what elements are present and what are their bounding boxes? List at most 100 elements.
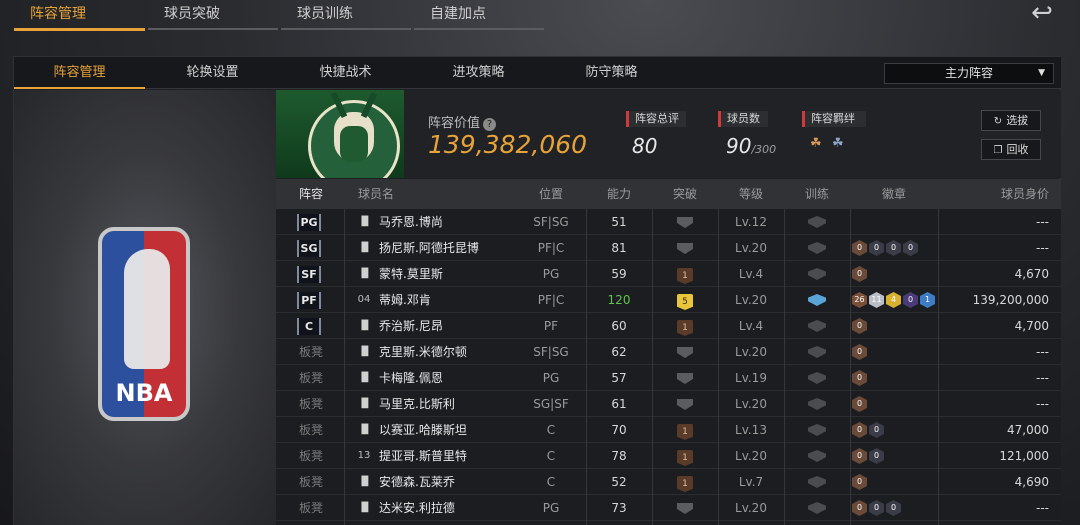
- col-badges[interactable]: 徽章: [850, 179, 938, 209]
- tab-custom-points[interactable]: 自建加点: [414, 0, 544, 30]
- player-rating: 52: [611, 475, 627, 489]
- lineup-select[interactable]: 主力阵容 ▼: [884, 63, 1054, 84]
- col-breakthrough[interactable]: 突破: [652, 179, 718, 209]
- badge-hex[interactable]: 0: [852, 318, 867, 334]
- player-name[interactable]: 安德森.瓦莱乔: [379, 469, 455, 495]
- lineup-select-value: 主力阵容: [944, 66, 993, 80]
- table-row[interactable]: PF 04 蒂姆.邓肯 PF|C 120 5 Lv.20 26 11 4 0 1 139,200,000: [276, 287, 1061, 313]
- col-name[interactable]: 球员名: [346, 179, 406, 209]
- chemistry-bond-icon-2[interactable]: ☘: [832, 137, 848, 151]
- badge-hex[interactable]: 11: [869, 292, 884, 308]
- training-icon[interactable]: [808, 476, 826, 488]
- badge-hex[interactable]: 0: [869, 448, 884, 464]
- subtab-offense-strategy[interactable]: 进攻策略: [413, 57, 544, 89]
- table-row[interactable]: 板凳 ▐▌ 以赛亚.哈滕斯坦 C 70 1 Lv.13 0 0 47,000: [276, 417, 1061, 443]
- jersey-number: 04: [357, 294, 371, 305]
- bench-slot-label: 板凳: [298, 345, 323, 359]
- table-row[interactable]: PG ▐▌ 马乔恩.博尚 SF|SG 51 Lv.12 ---: [276, 209, 1061, 235]
- back-arrow-icon[interactable]: ↩: [1022, 0, 1062, 26]
- subtab-rotation[interactable]: 轮换设置: [147, 57, 278, 89]
- player-salary: ---: [1036, 397, 1049, 411]
- table-row[interactable]: SG ▐▌ 扬尼斯.阿德托昆博 PF|C 81 Lv.20 0 0 0 0 ---: [276, 235, 1061, 261]
- training-icon[interactable]: [808, 346, 826, 358]
- nba-logo: NBA: [98, 227, 190, 421]
- badge-hex[interactable]: 0: [886, 240, 901, 256]
- tab-player-breakthrough[interactable]: 球员突破: [148, 0, 278, 30]
- table-row[interactable]: 板凳 ▐▌ 卡梅隆.佩恩 PG 57 Lv.19 0 ---: [276, 365, 1061, 391]
- table-row[interactable]: C ▐▌ 乔治斯.尼昂 PF 60 1 Lv.4 0 4,700: [276, 313, 1061, 339]
- col-salary[interactable]: 球员身价: [938, 179, 1061, 209]
- table-row[interactable]: 板凳 13 提亚哥.斯普里特 C 78 1 Lv.20 0 0 121,000: [276, 443, 1061, 469]
- player-name[interactable]: 蒂姆.邓肯: [379, 287, 431, 313]
- subtab-lineup[interactable]: 阵容管理: [14, 57, 145, 89]
- player-name[interactable]: 马乔恩.博尚: [379, 209, 443, 235]
- badge-hex[interactable]: 0: [886, 500, 901, 516]
- player-position: PF|C: [537, 293, 565, 307]
- table-row[interactable]: SF ▐▌ 蒙特.莫里斯 PG 59 1 Lv.4 0 4,670: [276, 261, 1061, 287]
- training-cell: [784, 313, 850, 339]
- select-button[interactable]: ↻ 选拔: [981, 110, 1041, 131]
- player-name[interactable]: 蒙特.莫里斯: [379, 261, 443, 287]
- training-icon[interactable]: [808, 450, 826, 462]
- player-rating: 57: [611, 371, 627, 385]
- player-name[interactable]: 马里克.比斯利: [379, 391, 455, 417]
- col-position[interactable]: 位置: [516, 179, 586, 209]
- breakthrough-cell: [652, 391, 718, 417]
- column-divider: [938, 209, 939, 525]
- badge-hex[interactable]: 0: [852, 240, 867, 256]
- subtab-quick-tactics[interactable]: 快捷战术: [280, 57, 411, 89]
- table-row[interactable]: 板凳 ▐▌ 达米安.利拉德 PG 73 Lv.20 0 0 0 ---: [276, 495, 1061, 521]
- player-name[interactable]: 以赛亚.哈滕斯坦: [379, 417, 467, 443]
- player-position: C: [546, 449, 556, 463]
- badge-hex[interactable]: 1: [920, 292, 935, 308]
- badge-hex[interactable]: 0: [869, 500, 884, 516]
- player-name[interactable]: 乔治斯.尼昂: [379, 313, 443, 339]
- badge-hex[interactable]: 26: [852, 292, 867, 308]
- badge-hex[interactable]: 0: [903, 240, 918, 256]
- badge-hex[interactable]: 0: [852, 448, 867, 464]
- badge-hex[interactable]: 0: [852, 266, 867, 282]
- col-training[interactable]: 训练: [784, 179, 850, 209]
- badge-hex[interactable]: 0: [852, 370, 867, 386]
- player-name[interactable]: 达米安.利拉德: [379, 495, 455, 521]
- training-icon[interactable]: [808, 398, 826, 410]
- badge-hex[interactable]: 4: [886, 292, 901, 308]
- training-icon[interactable]: [808, 502, 826, 514]
- table-row[interactable]: 板凳 ▐▌ 安德森.瓦莱乔 C 52 1 Lv.7 0 4,690: [276, 469, 1061, 495]
- table-row[interactable]: 板凳 ▐▌ 马里克.比斯利 SG|SF 61 Lv.20 0 ---: [276, 391, 1061, 417]
- recycle-button[interactable]: ❐ 回收: [981, 139, 1041, 160]
- badge-hex[interactable]: 0: [852, 500, 867, 516]
- player-name[interactable]: 提亚哥.斯普里特: [379, 443, 467, 469]
- badge-hex[interactable]: 0: [852, 474, 867, 490]
- col-level[interactable]: 等级: [718, 179, 784, 209]
- breakthrough-cell: [652, 339, 718, 365]
- player-rating: 61: [611, 397, 627, 411]
- badge-hex[interactable]: 0: [852, 396, 867, 412]
- chemistry-bond-icon[interactable]: ☘: [810, 137, 826, 151]
- signal-bars-icon: ▐▌: [358, 217, 372, 227]
- col-rating[interactable]: 能力: [586, 179, 652, 209]
- position-slot-badge: PG: [297, 214, 321, 231]
- training-icon[interactable]: [808, 294, 826, 306]
- training-icon[interactable]: [808, 320, 826, 332]
- player-name[interactable]: 扬尼斯.阿德托昆博: [379, 235, 479, 261]
- player-name[interactable]: 克里斯.米德尔顿: [379, 339, 467, 365]
- training-icon[interactable]: [808, 268, 826, 280]
- training-icon[interactable]: [808, 242, 826, 254]
- subtab-defense-strategy[interactable]: 防守策略: [546, 57, 677, 89]
- breakthrough-cell: 5: [652, 287, 718, 313]
- col-slot[interactable]: 阵容: [276, 179, 346, 209]
- badge-hex[interactable]: 0: [852, 422, 867, 438]
- player-rating: 81: [611, 241, 627, 255]
- badge-hex[interactable]: 0: [852, 344, 867, 360]
- table-row[interactable]: 板凳 ▐▌ 克里斯.米德尔顿 SF|SG 62 Lv.20 0 ---: [276, 339, 1061, 365]
- badge-hex[interactable]: 0: [903, 292, 918, 308]
- training-icon[interactable]: [808, 424, 826, 436]
- tab-player-training[interactable]: 球员训练: [281, 0, 411, 30]
- training-icon[interactable]: [808, 372, 826, 384]
- badge-hex[interactable]: 0: [869, 422, 884, 438]
- training-icon[interactable]: [808, 216, 826, 228]
- player-name[interactable]: 卡梅隆.佩恩: [379, 365, 443, 391]
- tab-lineup-management[interactable]: 阵容管理: [14, 0, 145, 31]
- badge-hex[interactable]: 0: [869, 240, 884, 256]
